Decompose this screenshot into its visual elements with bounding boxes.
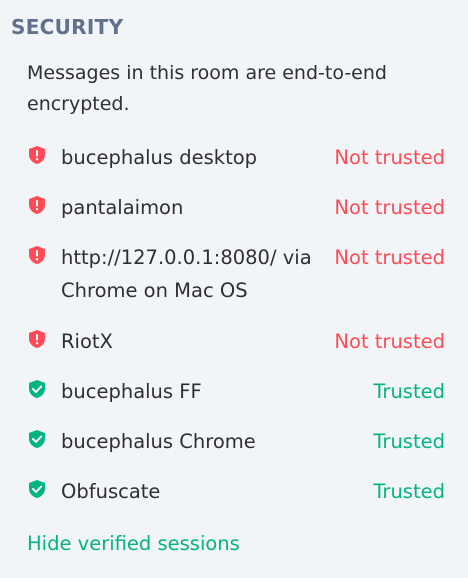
shield-warning-icon bbox=[27, 245, 47, 265]
shield-check-icon bbox=[27, 379, 47, 399]
shield-check-icon bbox=[27, 479, 47, 499]
shield-warning-icon bbox=[27, 195, 47, 215]
session-status: Not trusted bbox=[334, 246, 445, 269]
session-name: RiotX bbox=[61, 330, 113, 353]
session-status: Trusted bbox=[373, 480, 445, 503]
session-name: pantalaimon bbox=[61, 196, 184, 219]
shield-warning-icon bbox=[27, 145, 47, 165]
session-status: Not trusted bbox=[334, 196, 445, 219]
session-name: Obfuscate bbox=[61, 480, 161, 503]
session-status: Not trusted bbox=[334, 330, 445, 353]
session-name: bucephalus desktop bbox=[61, 146, 258, 169]
session-name: bucephalus FF bbox=[61, 380, 202, 403]
section-title: SECURITY bbox=[11, 15, 124, 39]
shield-check-icon bbox=[27, 429, 47, 449]
session-name: http://127.0.0.1:8080/ via Chrome on Mac… bbox=[61, 246, 312, 302]
session-name: bucephalus Chrome bbox=[61, 430, 256, 453]
session-status: Trusted bbox=[373, 430, 445, 453]
security-panel: SECURITY Messages in this room are end-t… bbox=[0, 0, 468, 578]
shield-warning-icon bbox=[27, 329, 47, 349]
session-status: Trusted bbox=[373, 380, 445, 403]
session-status: Not trusted bbox=[334, 146, 445, 169]
encryption-notice: Messages in this room are end-to-end enc… bbox=[27, 62, 387, 115]
hide-verified-sessions-link[interactable]: Hide verified sessions bbox=[27, 532, 240, 555]
